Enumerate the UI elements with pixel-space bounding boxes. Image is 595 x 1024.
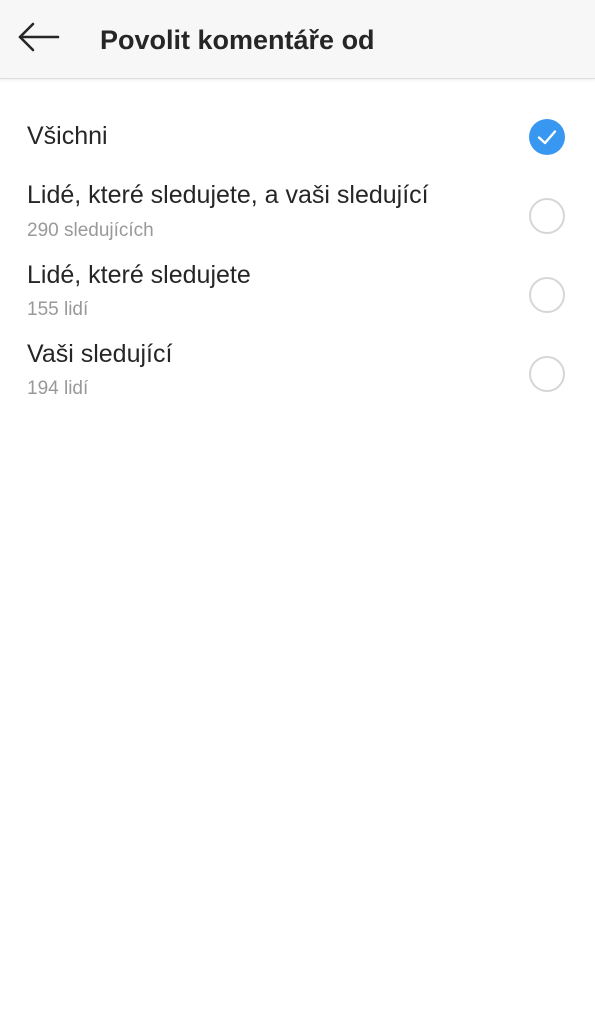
option-following-and-followers[interactable]: Lidé, které sledujete, a vaši sledující … [0, 177, 595, 257]
option-following[interactable]: Lidé, které sledujete 155 lidí [0, 257, 595, 337]
checkmark-icon [536, 126, 558, 148]
option-sublabel: 155 lidí [27, 299, 89, 320]
radio-unselected[interactable] [529, 198, 565, 234]
option-followers[interactable]: Vaši sledující 194 lidí [0, 337, 595, 417]
app-screen: Povolit komentáře od Všichni Lidé, které… [0, 0, 595, 1024]
radio-unselected[interactable] [529, 277, 565, 313]
option-sublabel: 290 sledujících [27, 220, 154, 241]
top-app-bar: Povolit komentáře od [0, 0, 595, 79]
page-title: Povolit komentáře od [100, 25, 375, 55]
option-sublabel: 194 lidí [27, 378, 89, 399]
option-label: Lidé, které sledujete [27, 261, 251, 289]
back-button[interactable] [14, 19, 64, 59]
radio-unselected[interactable] [529, 356, 565, 392]
radio-selected[interactable] [529, 119, 565, 155]
option-label: Lidé, které sledujete, a vaši sledující [27, 181, 429, 209]
option-everyone[interactable]: Všichni [0, 97, 595, 177]
option-label: Všichni [27, 122, 108, 150]
option-label: Vaši sledující [27, 340, 173, 368]
arrow-left-icon [18, 22, 60, 57]
